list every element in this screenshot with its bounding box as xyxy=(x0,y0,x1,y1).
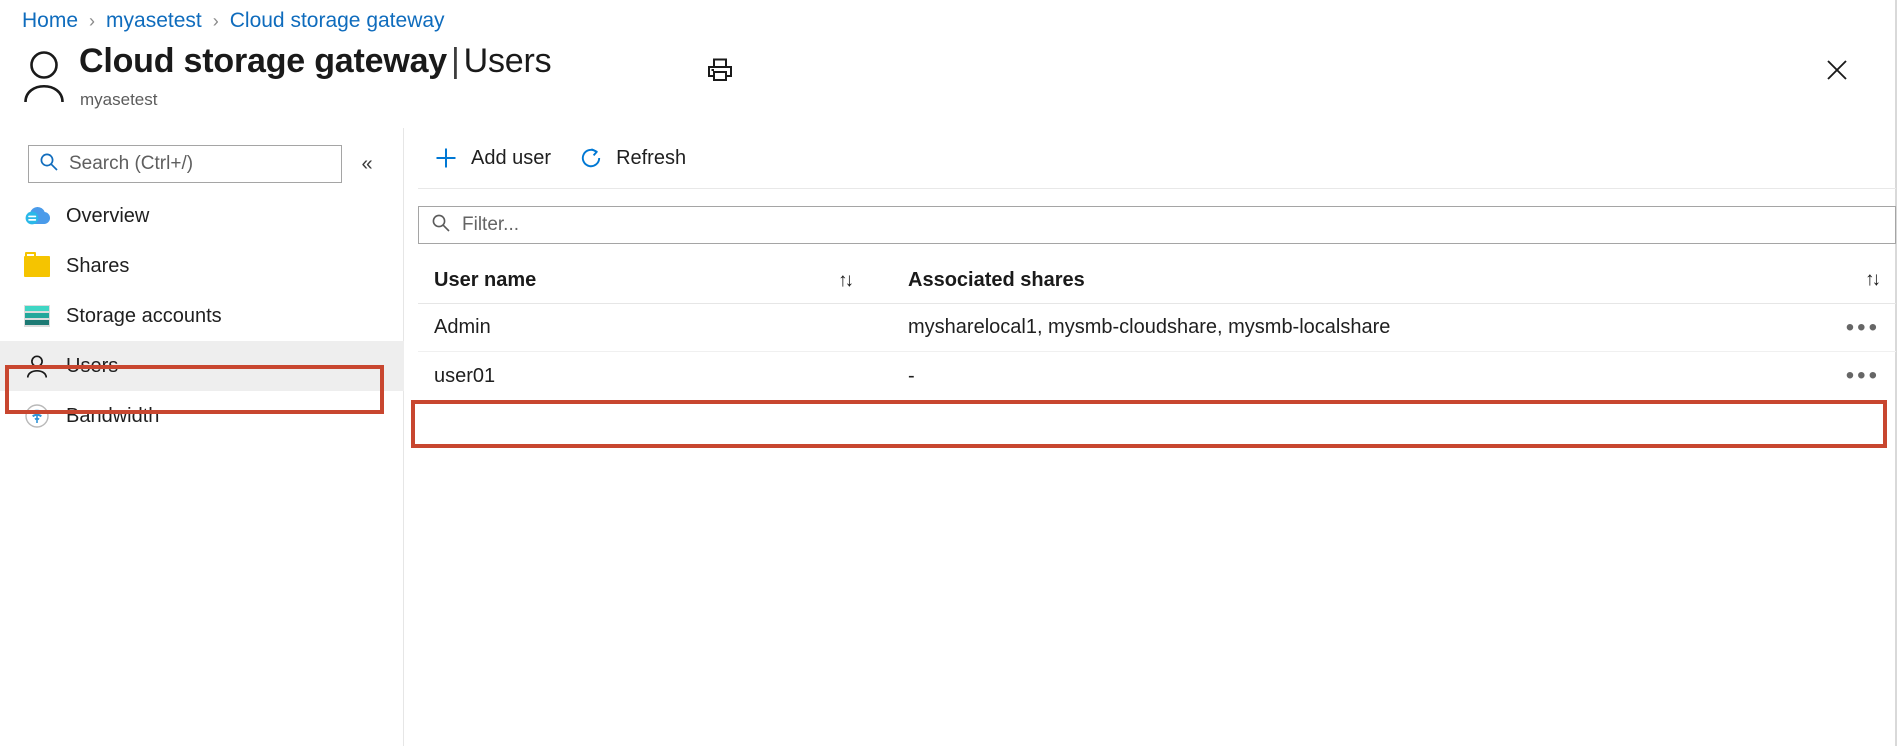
breadcrumb-item-myasetest[interactable]: myasetest xyxy=(106,9,202,33)
breadcrumb-separator-icon: › xyxy=(213,11,219,32)
sidebar-item-label: Bandwidth xyxy=(66,405,159,428)
table-row[interactable]: user01 - ••• xyxy=(418,352,1896,400)
sidebar-item-overview[interactable]: Overview xyxy=(0,191,404,241)
sidebar-item-label: Storage accounts xyxy=(66,305,222,328)
sidebar-item-bandwidth[interactable]: Bandwidth xyxy=(0,391,404,441)
column-header-associated-shares[interactable]: Associated shares xyxy=(873,269,1826,292)
sidebar-item-shares[interactable]: Shares xyxy=(0,241,404,291)
sidebar-search[interactable] xyxy=(28,145,342,183)
double-chevron-left-icon: « xyxy=(361,153,372,176)
folder-icon xyxy=(22,253,52,279)
breadcrumb-separator-icon: › xyxy=(89,11,95,32)
row-context-menu-button[interactable]: ••• xyxy=(1846,371,1880,381)
filter-input[interactable] xyxy=(460,213,1895,237)
sidebar-item-storage-accounts[interactable]: Storage accounts xyxy=(0,291,404,341)
sidebar-item-label: Users xyxy=(66,355,118,378)
close-icon xyxy=(1825,58,1849,87)
breadcrumb: Home › myasetest › Cloud storage gateway xyxy=(22,6,445,36)
page-title-separator: | xyxy=(447,42,464,80)
sort-updown-icon[interactable]: ↑↓ xyxy=(1865,269,1878,291)
sidebar-item-label: Shares xyxy=(66,255,129,278)
page-title-resource: Cloud storage gateway xyxy=(79,42,447,80)
cell-associated-shares: mysharelocal1, mysmb-cloudshare, mysmb-l… xyxy=(873,316,1826,339)
command-bar-divider xyxy=(418,188,1896,189)
close-button[interactable] xyxy=(1817,52,1857,92)
sort-updown-icon[interactable]: ↑↓ xyxy=(838,270,851,291)
blade-content: Add user Refresh xyxy=(404,128,1895,746)
breadcrumb-item-home[interactable]: Home xyxy=(22,9,78,33)
refresh-icon xyxy=(579,146,603,170)
table-header-row: User name ↑↓ Associated shares ↑↓ xyxy=(418,257,1896,304)
sidebar-nav: Overview Shares Storage accounts xyxy=(0,191,404,441)
printer-icon xyxy=(706,57,734,88)
person-icon xyxy=(22,50,66,102)
plus-icon xyxy=(434,146,458,170)
cell-associated-shares: - xyxy=(873,365,1826,388)
refresh-label: Refresh xyxy=(616,147,686,170)
cell-user-name: user01 xyxy=(418,365,838,388)
page-subtitle: myasetest xyxy=(80,90,157,110)
filter-box[interactable] xyxy=(418,206,1896,244)
search-input[interactable] xyxy=(67,152,341,176)
users-table: User name ↑↓ Associated shares ↑↓ Admin … xyxy=(418,257,1896,400)
row-context-menu-button[interactable]: ••• xyxy=(1846,323,1880,333)
add-user-button[interactable]: Add user xyxy=(420,138,565,178)
cloud-icon xyxy=(22,203,52,229)
add-user-label: Add user xyxy=(471,147,551,170)
bandwidth-wifi-icon xyxy=(22,403,52,429)
person-icon xyxy=(22,353,52,379)
table-row[interactable]: Admin mysharelocal1, mysmb-cloudshare, m… xyxy=(418,304,1896,352)
blade-header: Cloud storage gateway|Users myasetest xyxy=(22,44,1875,116)
cell-user-name: Admin xyxy=(418,316,838,339)
page-title-section: Users xyxy=(464,42,552,80)
breadcrumb-item-cloud-storage-gateway[interactable]: Cloud storage gateway xyxy=(230,9,445,33)
column-header-user-name[interactable]: User name xyxy=(418,269,838,292)
collapse-sidebar-button[interactable]: « xyxy=(352,150,382,178)
sidebar-item-label: Overview xyxy=(66,205,149,228)
page-title: Cloud storage gateway|Users xyxy=(79,42,551,81)
command-bar: Add user Refresh xyxy=(404,128,1895,188)
refresh-button[interactable]: Refresh xyxy=(565,138,700,178)
print-button[interactable] xyxy=(699,51,741,93)
blade-sidebar: « Overview Shares xyxy=(0,128,404,746)
azure-portal-blade: Home › myasetest › Cloud storage gateway… xyxy=(0,0,1897,746)
storage-accounts-icon xyxy=(22,303,52,329)
search-icon xyxy=(39,152,59,177)
search-icon xyxy=(431,213,451,238)
sidebar-item-users[interactable]: Users xyxy=(0,341,404,391)
